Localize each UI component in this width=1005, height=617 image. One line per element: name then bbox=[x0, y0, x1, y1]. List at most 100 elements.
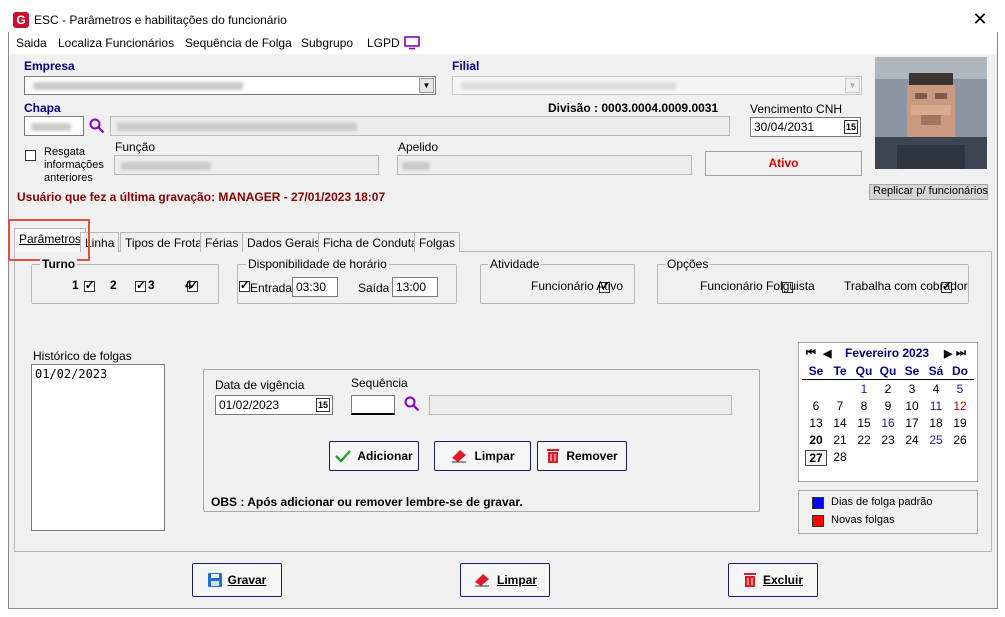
adicionar-label: Adicionar bbox=[357, 449, 413, 463]
calendar-day[interactable]: 23 bbox=[877, 433, 899, 447]
apelido-label: Apelido bbox=[398, 140, 439, 154]
filial-label: Filial bbox=[452, 59, 480, 73]
calendar-icon[interactable]: 15 bbox=[844, 120, 858, 134]
calendar-day[interactable]: 13 bbox=[805, 416, 827, 430]
historico-label: Histórico de folgas bbox=[33, 349, 132, 363]
check-icon bbox=[335, 450, 352, 463]
next-year-icon[interactable]: ⏭ bbox=[956, 347, 966, 360]
chapa-input[interactable] bbox=[24, 116, 84, 136]
adicionar-button[interactable]: Adicionar bbox=[329, 441, 419, 471]
close-icon[interactable]: ✕ bbox=[970, 10, 990, 28]
gravar-button[interactable]: Gravar bbox=[192, 563, 282, 597]
search-icon[interactable] bbox=[404, 396, 420, 412]
turno-1-checkbox[interactable] bbox=[83, 278, 95, 293]
menu-lgpd[interactable]: LGPD bbox=[367, 36, 400, 50]
cobrador-label: Trabalha com cobrador bbox=[844, 279, 968, 293]
calendar-weekday: Se bbox=[808, 364, 824, 378]
resgata-checkbox[interactable] bbox=[25, 150, 36, 162]
calendar-weekday: Sá bbox=[928, 364, 944, 378]
calendar-weekday: Se bbox=[904, 364, 920, 378]
entrada-value: 03:30 bbox=[296, 280, 327, 294]
tab-ficha-de-conduta[interactable]: Ficha de Conduta bbox=[318, 232, 423, 252]
calendar-day[interactable]: 19 bbox=[949, 416, 971, 430]
calendar-day[interactable]: 3 bbox=[901, 382, 923, 396]
disponibilidade-title: Disponibilidade de horário bbox=[246, 257, 389, 271]
tab-folgas[interactable]: Folgas bbox=[414, 232, 461, 252]
tab-tipos-de-frota[interactable]: Tipos de Frota bbox=[120, 232, 207, 252]
limpar-button[interactable]: Limpar bbox=[460, 563, 550, 597]
tab-tipos-de-frota-label: Tipos de Frota bbox=[125, 236, 202, 250]
data-vigencia-input[interactable]: 01/02/2023 15 bbox=[215, 395, 333, 415]
chevron-down-icon[interactable]: ▼ bbox=[845, 78, 860, 93]
tab-dados-gerais[interactable]: Dados Gerais bbox=[242, 232, 326, 252]
next-month-icon[interactable]: ▶ bbox=[944, 347, 952, 360]
tab-dados-gerais-label: Dados Gerais bbox=[247, 236, 321, 250]
data-vigencia-value: 01/02/2023 bbox=[219, 398, 280, 412]
empresa-combo[interactable]: ▼ bbox=[24, 76, 436, 95]
apelido-field bbox=[397, 155, 692, 175]
calendar-day[interactable]: 20 bbox=[805, 433, 827, 447]
calendar-day[interactable]: 18 bbox=[925, 416, 947, 430]
saida-input[interactable]: 13:00 bbox=[392, 277, 438, 297]
status-badge: Ativo bbox=[705, 151, 862, 176]
calendar-day[interactable]: 7 bbox=[829, 399, 851, 413]
gravar-label: Gravar bbox=[227, 573, 267, 587]
saida-label: Saída bbox=[358, 281, 390, 295]
calendar-day[interactable]: 26 bbox=[949, 433, 971, 447]
calendar-day[interactable]: 10 bbox=[901, 399, 923, 413]
calendar-weekday: Qu bbox=[879, 364, 897, 378]
sequencia-descricao-field bbox=[429, 395, 732, 415]
funcao-label: Função bbox=[115, 140, 156, 154]
funcionario-ativo-label: Funcionário Ativo bbox=[531, 279, 624, 293]
list-item[interactable]: 01/02/2023 bbox=[32, 365, 164, 383]
sequencia-input[interactable] bbox=[351, 395, 395, 415]
turno-title: Turno bbox=[40, 257, 78, 271]
limpar-vigencia-button[interactable]: Limpar bbox=[434, 441, 531, 471]
monitor-icon[interactable] bbox=[404, 36, 420, 50]
calendar-day[interactable]: 9 bbox=[877, 399, 899, 413]
ultima-gravacao-text: Usuário que fez a última gravação: MANAG… bbox=[17, 190, 386, 204]
calendar-day[interactable]: 2 bbox=[877, 382, 899, 396]
turno-2-checkbox[interactable] bbox=[135, 278, 146, 293]
highlight-box bbox=[8, 219, 90, 261]
resgata-label-line3: anteriores bbox=[44, 172, 93, 184]
calendar-day[interactable]: 11 bbox=[925, 399, 947, 413]
tab-ferias[interactable]: Férias bbox=[200, 232, 244, 252]
replicar-label: Replicar p/ funcionários bbox=[873, 185, 988, 197]
calendar-day[interactable]: 24 bbox=[901, 433, 923, 447]
entrada-input[interactable]: 03:30 bbox=[292, 277, 338, 297]
vencimento-cnh-input[interactable]: 30/04/2031 15 bbox=[750, 117, 861, 137]
calendar-day[interactable]: 25 bbox=[925, 433, 947, 447]
search-icon[interactable] bbox=[89, 118, 105, 134]
calendar-day[interactable]: 8 bbox=[853, 399, 875, 413]
calendar-day[interactable]: 17 bbox=[901, 416, 923, 430]
calendar-day[interactable]: 22 bbox=[853, 433, 875, 447]
menu-subgrupo[interactable]: Subgrupo bbox=[301, 36, 353, 50]
remover-button[interactable]: Remover bbox=[537, 441, 627, 471]
calendar-day[interactable]: 28 bbox=[829, 450, 851, 464]
legend-padrao-label: Dias de folga padrão bbox=[831, 496, 933, 508]
calendar-day[interactable]: 21 bbox=[829, 433, 851, 447]
calendar-day[interactable]: 15 bbox=[853, 416, 875, 430]
calendar-day[interactable]: 12 bbox=[949, 399, 971, 413]
vencimento-cnh-label: Vencimento CNH bbox=[750, 102, 843, 116]
calendar-day[interactable]: 1 bbox=[853, 382, 875, 396]
calendar-day[interactable]: 4 bbox=[925, 382, 947, 396]
prev-year-icon[interactable]: ⏮ bbox=[806, 347, 816, 360]
chevron-down-icon[interactable]: ▼ bbox=[419, 78, 434, 93]
excluir-button[interactable]: Excluir bbox=[728, 563, 818, 597]
historico-list[interactable]: 01/02/2023 bbox=[31, 364, 165, 531]
calendar-day[interactable]: 6 bbox=[805, 399, 827, 413]
menu-sequencia-de-folga[interactable]: Sequência de Folga bbox=[185, 36, 292, 50]
calendar-icon[interactable]: 15 bbox=[316, 398, 330, 412]
calendar-day[interactable]: 14 bbox=[829, 416, 851, 430]
filial-combo[interactable]: ▼ bbox=[452, 76, 862, 95]
menu-localiza-funcionarios[interactable]: Localiza Funcionários bbox=[58, 36, 174, 50]
turno-1-label: 1 bbox=[72, 278, 79, 292]
calendar-day[interactable]: 27 bbox=[805, 450, 827, 466]
prev-month-icon[interactable]: ◀ bbox=[823, 347, 831, 360]
calendar-day[interactable]: 5 bbox=[949, 382, 971, 396]
eraser-icon bbox=[474, 574, 489, 587]
menu-saida[interactable]: Saida bbox=[16, 36, 47, 50]
calendar-day[interactable]: 16 bbox=[877, 416, 899, 430]
